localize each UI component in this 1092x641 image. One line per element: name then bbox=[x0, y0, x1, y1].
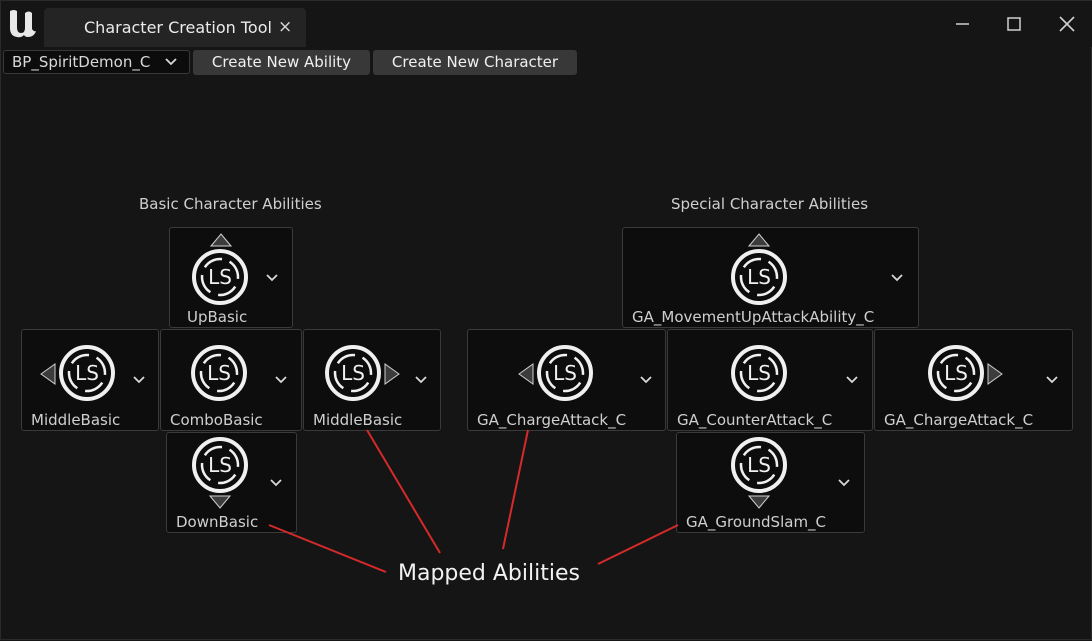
mapped-abilities-callout-lines bbox=[268, 429, 679, 573]
character-creation-window: Character Creation Tool × BP_SpiritDemon… bbox=[0, 0, 1092, 640]
mapped-abilities-label: Mapped Abilities bbox=[398, 561, 580, 586]
